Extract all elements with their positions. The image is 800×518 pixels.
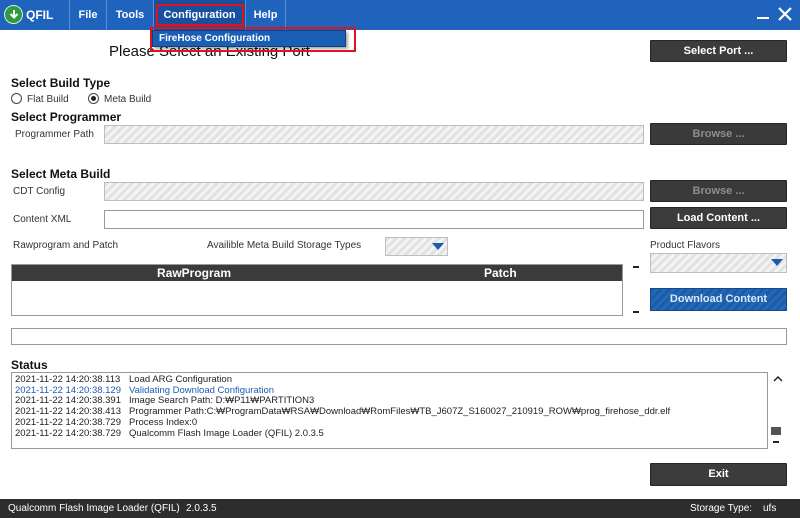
footer-app-name: Qualcomm Flash Image Loader (QFIL) bbox=[8, 503, 180, 514]
storage-type-value[interactable]: ufs bbox=[763, 503, 776, 514]
firehose-highlight-box bbox=[150, 27, 356, 52]
storage-types-label: Availible Meta Build Storage Types bbox=[207, 240, 362, 251]
programmer-path-label: Programmer Path bbox=[15, 129, 94, 140]
exit-button[interactable]: Exit bbox=[650, 463, 787, 486]
load-content-button[interactable]: Load Content ... bbox=[650, 207, 787, 229]
scroll-dash bbox=[773, 441, 779, 443]
grid-column-rawprogram: RawProgram bbox=[157, 266, 232, 280]
chevron-down-icon bbox=[771, 259, 783, 266]
qfil-logo-icon bbox=[4, 5, 23, 24]
scroll-up-icon[interactable] bbox=[773, 374, 783, 384]
meta-build-title: Select Meta Build bbox=[11, 167, 111, 181]
status-line: 2021-11-22 14:20:38.729 Qualcomm Flash Im… bbox=[15, 427, 324, 439]
flat-build-label: Flat Build bbox=[27, 94, 69, 105]
chevron-down-icon bbox=[432, 243, 444, 250]
grid-header: RawProgram Patch bbox=[12, 265, 622, 281]
content-xml-label: Content XML bbox=[13, 214, 72, 225]
programmer-browse-button[interactable]: Browse ... bbox=[650, 123, 787, 145]
cdt-config-field bbox=[104, 182, 644, 201]
status-log[interactable]: 2021-11-22 14:20:38.113 Load ARG Configur… bbox=[11, 372, 768, 449]
app-title: QFIL bbox=[26, 8, 54, 22]
grid-dash-bottom bbox=[633, 311, 639, 313]
storage-type-label: Storage Type: bbox=[690, 503, 753, 514]
menu-file[interactable]: File bbox=[69, 0, 106, 30]
cdt-config-label: CDT Config bbox=[13, 186, 66, 197]
rawprogram-patch-label: Rawprogram and Patch bbox=[13, 240, 119, 251]
scrollbar-thumb[interactable] bbox=[771, 427, 781, 435]
product-flavors-select[interactable] bbox=[650, 253, 787, 273]
meta-build-label: Meta Build bbox=[104, 94, 152, 105]
menu-tools[interactable]: Tools bbox=[106, 0, 153, 30]
status-bar: Qualcomm Flash Image Loader (QFIL) 2.0.3… bbox=[0, 499, 800, 518]
grid-column-patch: Patch bbox=[484, 266, 517, 280]
flat-build-radio[interactable] bbox=[11, 93, 22, 104]
close-icon[interactable] bbox=[774, 3, 796, 25]
cdt-browse-button[interactable]: Browse ... bbox=[650, 180, 787, 202]
programmer-title: Select Programmer bbox=[11, 110, 122, 124]
programmer-path-field bbox=[104, 125, 644, 144]
menu-help[interactable]: Help bbox=[245, 0, 286, 30]
storage-types-select[interactable] bbox=[385, 237, 448, 256]
minimize-icon[interactable] bbox=[752, 3, 774, 25]
select-port-button[interactable]: Select Port ... bbox=[650, 40, 787, 62]
content-xml-field[interactable] bbox=[104, 210, 644, 229]
product-flavors-label: Product Flavors bbox=[650, 240, 721, 251]
configuration-highlight-box bbox=[156, 4, 244, 26]
download-content-button[interactable]: Download Content bbox=[650, 288, 787, 311]
meta-build-radio[interactable] bbox=[88, 93, 99, 104]
title-bar: QFIL File Tools Configuration Help bbox=[0, 0, 800, 30]
build-type-title: Select Build Type bbox=[11, 76, 111, 90]
grid-dash-top bbox=[633, 266, 639, 268]
progress-field bbox=[11, 328, 787, 345]
status-title: Status bbox=[11, 358, 48, 372]
footer-version: 2.0.3.5 bbox=[186, 503, 217, 514]
rawprogram-patch-grid[interactable]: RawProgram Patch bbox=[11, 264, 623, 316]
